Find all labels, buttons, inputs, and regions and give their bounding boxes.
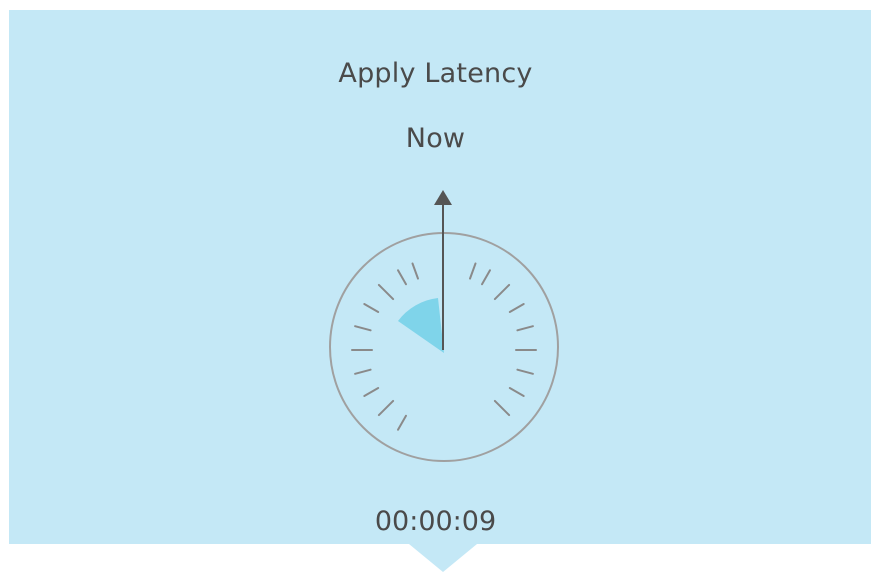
dial-tick bbox=[493, 399, 511, 417]
dial-tick bbox=[363, 303, 380, 313]
dial-tick bbox=[516, 325, 534, 332]
needle-arrowhead bbox=[434, 190, 452, 205]
dial-tick bbox=[354, 325, 372, 332]
dial-tick bbox=[508, 303, 525, 313]
dial-tick bbox=[377, 399, 395, 417]
dial-tick bbox=[411, 262, 419, 280]
dial-tick bbox=[397, 269, 407, 286]
dial-tick bbox=[354, 368, 372, 375]
dial-tick bbox=[397, 414, 407, 431]
panel-subtitle: Now bbox=[405, 123, 466, 154]
indicator-sector bbox=[398, 298, 444, 353]
dial-tick bbox=[481, 269, 491, 286]
dial-tick bbox=[516, 368, 534, 375]
dial-tick bbox=[493, 283, 511, 301]
latency-gauge bbox=[329, 190, 559, 462]
dial-tick bbox=[508, 387, 525, 397]
panel-title: Apply Latency bbox=[338, 58, 533, 89]
elapsed-time: 00:00:09 bbox=[374, 506, 497, 537]
dial-tick bbox=[363, 387, 380, 397]
dial-tick bbox=[469, 262, 477, 280]
callout-pointer bbox=[409, 544, 477, 572]
dial-tick bbox=[377, 283, 395, 301]
